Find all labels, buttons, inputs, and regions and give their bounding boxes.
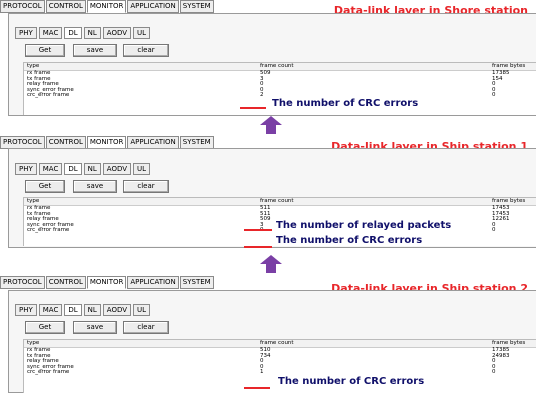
col-type: type — [27, 340, 40, 346]
subtab-nl[interactable]: NL — [83, 304, 101, 316]
top-tab-bar: PROTOCOL CONTROL MONITOR APPLICATION SYS… — [0, 0, 215, 13]
get-button[interactable]: Get — [25, 44, 65, 57]
col-frame-count: frame count — [260, 340, 294, 346]
col-frame-bytes: frame bytes — [492, 340, 526, 346]
subtab-aodv[interactable]: AODV — [102, 304, 132, 316]
tab-control[interactable]: CONTROL — [45, 276, 86, 289]
subtab-aodv[interactable]: AODV — [102, 163, 132, 175]
subtab-phy[interactable]: PHY — [15, 163, 37, 175]
clear-button[interactable]: clear — [123, 44, 169, 57]
tab-system[interactable]: SYSTEM — [179, 0, 214, 13]
tab-monitor[interactable]: MONITOR — [86, 0, 127, 13]
clear-button[interactable]: clear — [123, 180, 169, 193]
crc-annotation: The number of CRC errors — [276, 235, 423, 246]
get-button[interactable]: Get — [25, 321, 65, 334]
subtab-dl[interactable]: DL — [64, 304, 82, 316]
subtab-ul[interactable]: UL — [133, 304, 151, 316]
tab-protocol[interactable]: PROTOCOL — [0, 0, 45, 13]
top-tab-bar: PROTOCOL CONTROL MONITOR APPLICATION SYS… — [0, 276, 215, 289]
save-button[interactable]: save — [73, 44, 117, 57]
save-button[interactable]: save — [73, 321, 117, 334]
tab-application[interactable]: APPLICATION — [127, 276, 179, 289]
monitor-frame: PHY MAC DL NL AODV UL Get save clear typ… — [8, 290, 536, 393]
shore-station-panel: PROTOCOL CONTROL MONITOR APPLICATION SYS… — [0, 0, 536, 116]
save-button[interactable]: save — [73, 180, 117, 193]
clear-button[interactable]: clear — [123, 321, 169, 334]
col-type: type — [27, 63, 40, 69]
down-arrow-icon — [260, 116, 282, 134]
ship-station-2-panel: PROTOCOL CONTROL MONITOR APPLICATION SYS… — [0, 276, 536, 393]
subtab-mac[interactable]: MAC — [38, 27, 63, 39]
ship-station-1-panel: PROTOCOL CONTROL MONITOR APPLICATION SYS… — [0, 136, 536, 248]
tab-monitor[interactable]: MONITOR — [86, 276, 127, 289]
col-frame-count: frame count — [260, 63, 294, 69]
crc-underline — [240, 107, 266, 109]
get-button[interactable]: Get — [25, 180, 65, 193]
col-frame-bytes: frame bytes — [492, 63, 526, 69]
tab-system[interactable]: SYSTEM — [179, 276, 214, 289]
subtab-ul[interactable]: UL — [133, 163, 151, 175]
relay-annotation: The number of relayed packets — [276, 220, 452, 231]
crc-annotation: The number of CRC errors — [272, 98, 419, 109]
sub-tab-bar: PHY MAC DL NL AODV UL — [15, 304, 152, 316]
sub-tab-bar: PHY MAC DL NL AODV UL — [15, 27, 152, 39]
subtab-mac[interactable]: MAC — [38, 304, 63, 316]
col-frame-count: frame count — [260, 198, 294, 204]
col-type: type — [27, 198, 40, 204]
subtab-ul[interactable]: UL — [133, 27, 151, 39]
relay-underline — [244, 229, 272, 231]
table-header: type frame count frame bytes — [24, 63, 536, 71]
table-header: type frame count frame bytes — [24, 198, 536, 206]
subtab-mac[interactable]: MAC — [38, 163, 63, 175]
subtab-aodv[interactable]: AODV — [102, 27, 132, 39]
sub-tab-bar: PHY MAC DL NL AODV UL — [15, 163, 152, 175]
crc-annotation: The number of CRC errors — [278, 376, 425, 387]
subtab-phy[interactable]: PHY — [15, 304, 37, 316]
tab-application[interactable]: APPLICATION — [127, 0, 179, 13]
tab-control[interactable]: CONTROL — [45, 0, 86, 13]
down-arrow-icon — [260, 255, 282, 273]
col-frame-bytes: frame bytes — [492, 198, 526, 204]
crc-underline — [244, 246, 272, 248]
subtab-dl[interactable]: DL — [64, 163, 82, 175]
table-row: crc_error frame 1 0 — [27, 369, 496, 375]
subtab-dl[interactable]: DL — [64, 27, 82, 39]
crc-underline — [244, 387, 270, 389]
subtab-phy[interactable]: PHY — [15, 27, 37, 39]
subtab-nl[interactable]: NL — [83, 27, 101, 39]
monitor-frame: PHY MAC DL NL AODV UL Get save clear typ… — [8, 148, 536, 248]
table-header: type frame count frame bytes — [24, 340, 536, 348]
tab-protocol[interactable]: PROTOCOL — [0, 276, 45, 289]
subtab-nl[interactable]: NL — [83, 163, 101, 175]
